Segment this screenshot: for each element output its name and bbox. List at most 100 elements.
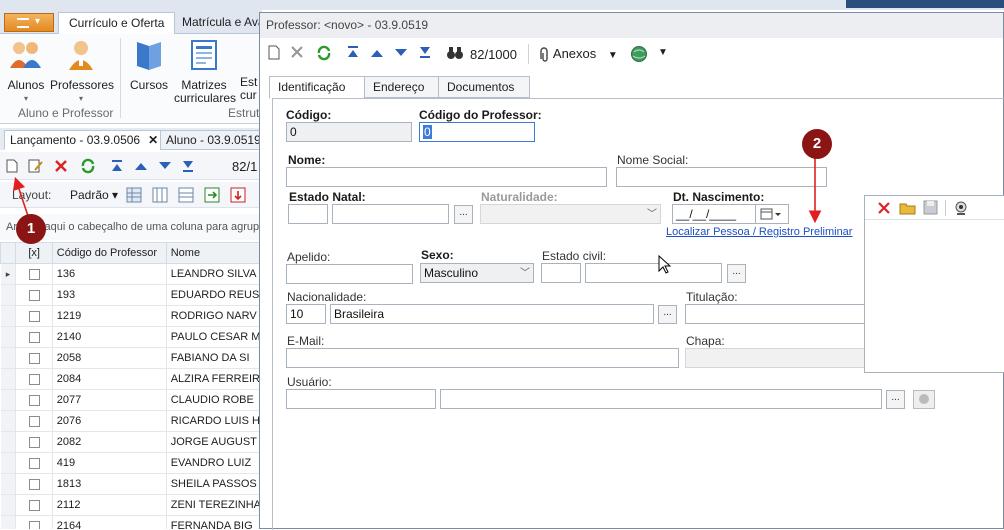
previous-record-icon[interactable] [134,160,148,172]
next-record-icon[interactable] [394,47,408,59]
nacionalidade-field[interactable]: Brasileira [330,304,654,324]
tab-identificacao[interactable]: Identificação [269,76,366,99]
estado-civil-code-field[interactable] [541,263,581,283]
estado-natal-lookup-button[interactable]: ... [454,205,473,224]
tab-documentos[interactable]: Documentos [438,76,530,98]
filter-grid-icon[interactable] [178,187,194,203]
first-record-icon[interactable] [110,159,124,173]
codigo-professor-field[interactable]: 0 [419,122,535,142]
usuario-code-field[interactable] [286,389,436,409]
row-checkbox[interactable] [28,268,40,280]
row-checkbox[interactable] [28,310,40,322]
codigo-field[interactable]: 0 [286,122,412,142]
usuario-label: Usuário: [287,375,332,389]
calendar-button[interactable] [755,204,789,224]
estado-civil-lookup-button[interactable]: ... [727,264,746,283]
row-checkbox[interactable] [28,499,40,511]
row-select-cell [15,284,53,306]
usuario-field[interactable] [440,389,882,409]
usuario-lookup-button[interactable]: ... [886,390,905,409]
select-column-header[interactable]: [x] [15,242,53,264]
remove-photo-icon[interactable] [877,201,891,215]
nacionalidade-code-field[interactable]: 10 [286,304,326,324]
search-binoculars-icon[interactable] [446,45,464,61]
last-record-icon[interactable] [181,159,195,173]
email-field[interactable] [286,348,679,368]
nacionalidade-lookup-button[interactable]: ... [658,305,677,324]
nome-cell: RICARDO LUIS H [166,410,262,432]
table-row[interactable]: ▸ 136 LEANDRO SILVA [0,263,262,285]
next-record-icon[interactable] [158,160,172,172]
new-document-icon[interactable] [268,45,280,60]
row-checkbox[interactable] [28,289,40,301]
matrizes-button[interactable]: Matrizes curriculares [174,38,236,105]
table-row[interactable]: 193 EDUARDO REUS [0,284,262,306]
webcam-icon[interactable] [953,200,969,216]
export-icon[interactable] [204,187,220,203]
last-record-icon[interactable] [418,45,432,59]
estado-civil-field[interactable] [585,263,722,283]
new-document-icon[interactable] [6,159,18,173]
ribbon-tab-curriculo[interactable]: Currículo e Oferta [58,12,176,34]
save-icon[interactable] [923,200,938,215]
previous-record-icon[interactable] [370,47,384,59]
open-folder-icon[interactable] [899,200,917,215]
cursos-button[interactable]: Cursos [128,38,170,92]
doc-tab-aluno[interactable]: Aluno - 03.9.0519 [160,130,267,150]
table-row[interactable]: 419 EVANDRO LUIZ [0,452,262,474]
nome-cell: EDUARDO REUS [166,284,262,306]
professores-button[interactable]: Professores ▾ [50,38,114,105]
refresh-icon[interactable] [80,158,96,174]
row-checkbox[interactable] [28,373,40,385]
table-row[interactable]: 2140 PAULO CESAR M [0,326,262,348]
row-checkbox[interactable] [28,457,40,469]
table-row[interactable]: 2077 CLAUDIO ROBE [0,389,262,411]
delete-icon[interactable] [54,159,68,173]
estado-natal-field[interactable] [332,204,449,224]
row-checkbox[interactable] [28,394,40,406]
doc-tab-lancamento[interactable]: Lançamento - 03.9.0506 ✕ [4,130,165,150]
row-checkbox[interactable] [28,415,40,427]
close-icon[interactable]: ✕ [148,133,158,147]
chevron-down-icon[interactable]: ▼ [658,47,668,58]
estado-natal-code-field[interactable] [288,204,328,224]
globe-icon[interactable] [630,45,648,63]
apelido-field[interactable] [286,264,413,284]
nome-social-field[interactable] [616,167,827,187]
sexo-select[interactable]: Masculino ﹀ [420,263,534,283]
menu-icon [17,18,29,28]
user-settings-icon[interactable] [913,390,935,409]
row-checkbox[interactable] [28,436,40,448]
row-checkbox[interactable] [28,352,40,364]
edit-icon[interactable] [28,159,44,173]
refresh-icon[interactable] [316,45,332,61]
table-row[interactable]: 2082 JORGE AUGUST [0,431,262,453]
row-checkbox[interactable] [28,478,40,490]
table-row[interactable]: 2084 ALZIRA FERREIR [0,368,262,390]
row-checkbox[interactable] [28,331,40,343]
columns-icon[interactable] [152,187,168,203]
row-select-cell [15,326,53,348]
table-row[interactable]: 2058 FABIANO DA SI [0,347,262,369]
import-icon[interactable] [230,187,246,203]
anexos-label: Anexos [552,46,597,61]
table-row[interactable]: 1813 SHEILA PASSOS [0,473,262,495]
app-menu-button[interactable] [4,13,54,32]
grid-settings-icon[interactable] [126,187,142,203]
table-row[interactable]: 2112 ZENI TEREZINHA [0,494,262,516]
layout-select[interactable]: Padrão ▾ [70,188,118,202]
first-record-icon[interactable] [346,45,360,59]
codigo-column-header[interactable]: Código do Professor [51,242,167,264]
anexos-button[interactable]: Anexos ▼ [538,44,618,64]
nome-field[interactable] [286,167,607,187]
table-row[interactable]: 2164 FERNANDA BIG [0,515,262,529]
alunos-button[interactable]: Alunos ▾ [6,38,46,105]
table-row[interactable]: 2076 RICARDO LUIS H [0,410,262,432]
tab-endereco[interactable]: Endereço [364,76,440,98]
dt-nascimento-field[interactable]: __/__/____ [672,204,756,224]
row-checkbox[interactable] [28,520,40,529]
cancel-icon[interactable] [290,45,304,59]
table-row[interactable]: 1219 RODRIGO NARV [0,305,262,327]
nome-column-header[interactable]: Nome [165,242,262,264]
localizar-pessoa-link[interactable]: Localizar Pessoa / Registro Preliminar [666,226,852,238]
